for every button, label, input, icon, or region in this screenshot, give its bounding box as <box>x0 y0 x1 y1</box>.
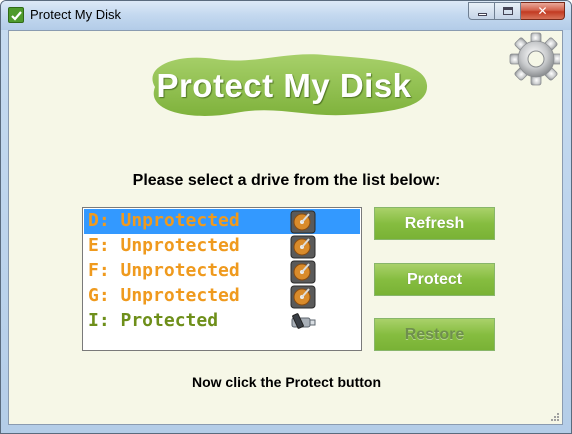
resize-grip-icon[interactable] <box>549 411 560 422</box>
maximize-button[interactable] <box>495 2 521 20</box>
minimize-button[interactable] <box>468 2 495 20</box>
hard-disk-icon <box>290 285 316 309</box>
app-logo: Protect My Disk <box>135 47 433 125</box>
client-area: Protect My Disk Please select a drive fr… <box>8 30 563 425</box>
hard-disk-icon <box>290 260 316 284</box>
drive-item[interactable]: G: Unprotected <box>84 284 360 309</box>
drive-item[interactable]: E: Unprotected <box>84 234 360 259</box>
drive-label: D: Unprotected <box>88 210 240 231</box>
drive-label: E: Unprotected <box>88 235 240 256</box>
gear-icon[interactable] <box>508 31 560 87</box>
drive-item[interactable]: D: Unprotected <box>84 209 360 234</box>
app-window: Protect My Disk ✕ Protect My Disk Please… <box>0 0 572 434</box>
drive-item[interactable]: F: Unprotected <box>84 259 360 284</box>
title-bar[interactable]: Protect My Disk ✕ <box>1 1 571 30</box>
drive-label: G: Unprotected <box>88 285 240 306</box>
hard-disk-icon <box>290 210 316 234</box>
app-icon <box>8 7 24 23</box>
hard-disk-icon <box>290 235 316 259</box>
refresh-button[interactable]: Refresh <box>374 207 495 240</box>
drive-item[interactable]: I: Protected <box>84 309 360 334</box>
close-button[interactable]: ✕ <box>521 2 565 20</box>
usb-drive-icon <box>291 313 316 329</box>
window-title: Protect My Disk <box>30 7 122 22</box>
logo-text: Protect My Disk <box>156 67 412 104</box>
close-icon: ✕ <box>537 4 548 18</box>
caption-buttons: ✕ <box>468 2 565 20</box>
status-message: Now click the Protect button <box>191 374 381 390</box>
drive-list[interactable]: D: Unprotected E: Unprotected F: Unprote… <box>82 207 362 351</box>
instruction-label: Please select a drive from the list belo… <box>132 172 441 189</box>
drive-label: I: Protected <box>88 310 219 331</box>
drive-label: F: Unprotected <box>88 260 240 281</box>
restore-button[interactable]: Restore <box>374 318 495 351</box>
protect-button[interactable]: Protect <box>374 263 495 296</box>
